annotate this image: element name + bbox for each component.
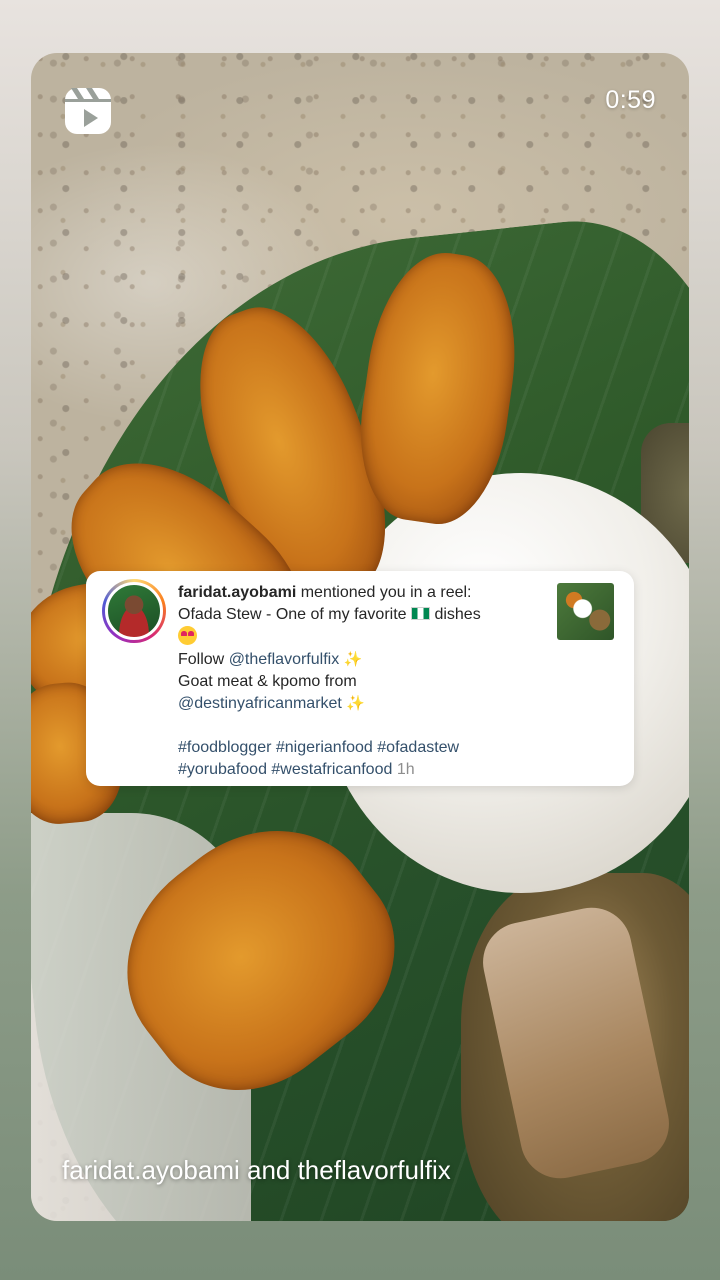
follow-handle-link[interactable]: @theflavorfulfix: [229, 651, 340, 668]
heart-eyes-emoji-icon: [178, 626, 197, 645]
follow-prefix: Follow: [178, 651, 229, 668]
reel-icon: [62, 85, 114, 137]
reel-duration: 0:59: [605, 86, 656, 114]
market-handle-link[interactable]: @destinyafricanmarket: [178, 695, 342, 712]
reel-attribution[interactable]: faridat.ayobami and theflavorfulfix: [62, 1155, 451, 1186]
caption-market-line: @destinyafricanmarket ✨: [178, 693, 538, 715]
mention-header: faridat.ayobami mentioned you in a reel:: [178, 582, 538, 604]
caption-emoji-line: [178, 626, 538, 649]
hashtags-line-1[interactable]: #foodblogger #nigerianfood #ofadastew: [178, 737, 538, 759]
story-screen: { "reel": { "duration": "0:59", "attribu…: [0, 0, 720, 1280]
timestamp: 1h: [392, 761, 415, 778]
avatar-story-ring[interactable]: [102, 579, 166, 643]
nigeria-flag-icon: [411, 607, 430, 620]
avatar: [105, 582, 163, 640]
sparkle-icon: ✨: [346, 695, 365, 712]
caption-line-3: Goat meat & kpomo from: [178, 673, 357, 690]
sparkle-icon: ✨: [343, 651, 363, 668]
mention-action: mentioned you in a reel:: [296, 584, 472, 601]
hashtags-line-2: #yorubafood #westafricanfood 1h: [178, 759, 538, 781]
caption-follow-line: Follow @theflavorfulfix ✨: [178, 649, 538, 671]
caption-text: Ofada Stew - One of my favorite: [178, 606, 407, 623]
hashtags-link[interactable]: #yorubafood #westafricanfood: [178, 761, 392, 778]
caption-line-1: Ofada Stew - One of my favorite dishes: [178, 604, 538, 626]
caption-text-end: dishes: [430, 606, 481, 623]
mention-card[interactable]: faridat.ayobami mentioned you in a reel:…: [86, 571, 634, 786]
reel-thumbnail[interactable]: [557, 583, 614, 640]
mention-username[interactable]: faridat.ayobami: [178, 584, 296, 601]
mention-message: faridat.ayobami mentioned you in a reel:…: [178, 582, 538, 781]
